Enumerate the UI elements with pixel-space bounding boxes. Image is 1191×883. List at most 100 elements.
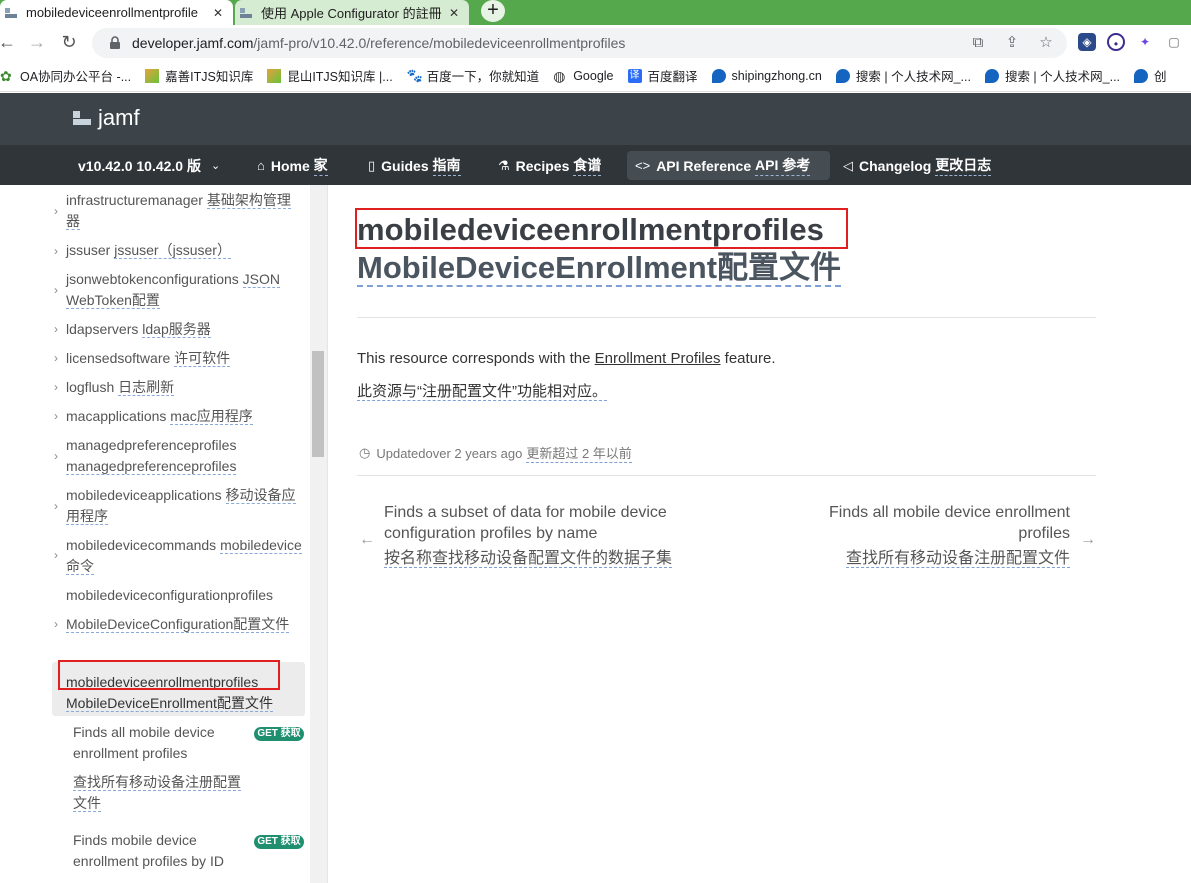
chevron-right-icon[interactable]: › <box>54 548 58 562</box>
scrollbar-track[interactable] <box>310 185 327 883</box>
bookmark-item[interactable]: 创 <box>1134 66 1167 85</box>
bookmark-item[interactable]: 搜索 | 个人技术网_... <box>835 66 971 85</box>
chevron-right-icon[interactable]: › <box>54 449 58 463</box>
scrollbar-thumb[interactable] <box>312 351 324 457</box>
chevron-right-icon[interactable]: › <box>54 380 58 394</box>
sidebar-item-mobiledeviceconfigurationprofiles[interactable]: mobiledeviceconfigurationprofiles <box>66 585 302 606</box>
clock-icon: ◷ <box>359 445 371 460</box>
chevron-right-icon[interactable]: › <box>54 409 58 423</box>
drupal-icon <box>984 68 999 83</box>
chevron-down-icon: ⌄ <box>211 160 221 172</box>
chevron-right-icon[interactable]: › <box>54 283 58 297</box>
tab-active[interactable]: mobiledeviceenrollmentprofile ✕ <box>0 0 233 25</box>
megaphone-icon: ◁ <box>843 157 853 173</box>
home-icon: ⌂ <box>257 158 265 173</box>
bookmark-item[interactable]: 译百度翻译 <box>627 66 698 85</box>
sidebar-subitem-find-all[interactable]: Finds all mobile device enrollment profi… <box>73 722 243 764</box>
nav-api-reference[interactable]: <> API Reference API 参考 <box>627 151 830 180</box>
sidebar-item-managedpreferenceprofiles[interactable]: managedpreferenceprofiles managedprefere… <box>66 435 302 477</box>
nav-guides[interactable]: ▯ Guides 指南 <box>360 151 469 180</box>
translate-icon[interactable]: ⧉ <box>969 34 987 52</box>
sidebar-item-jsonwebtokenconfigurations[interactable]: jsonwebtokenconfigurations JSON WebToken… <box>66 269 302 311</box>
tab-inactive[interactable]: 使用 Apple Configurator 的註冊 ✕ <box>235 0 469 25</box>
get-method-badge: GET 获取 <box>254 835 304 849</box>
chevron-right-icon[interactable]: › <box>54 617 58 631</box>
flask-icon: ⚗ <box>498 157 510 173</box>
drupal-icon <box>1134 68 1149 83</box>
lock-icon <box>110 36 120 49</box>
bookmarks-bar: ✿ OA协同办公平台 -... 嘉善ITJS知识库 昆山ITJS知识库 |... … <box>0 60 1191 92</box>
chevron-right-icon[interactable]: › <box>54 244 58 258</box>
drupal-icon <box>835 68 850 83</box>
jamf-favicon-icon <box>240 7 252 18</box>
sparkle-icon[interactable]: ✦ <box>1136 33 1154 51</box>
get-method-badge: GET 获取 <box>254 727 304 741</box>
bookmark-item[interactable]: shipingzhong.cn <box>711 68 822 83</box>
browser-toolbar: ← → ↻ developer.jamf.com/jamf-pro/v10.42… <box>0 25 1191 60</box>
bookmark-item[interactable]: 昆山ITJS知识库 |... <box>267 66 393 85</box>
sidebar-item-mobiledeviceconfiguration[interactable]: MobileDeviceConfiguration配置文件 <box>66 614 302 635</box>
extension-icon[interactable]: ◈ <box>1078 33 1096 51</box>
url-host: developer.jamf.com <box>132 35 254 51</box>
back-icon[interactable]: ← <box>0 32 18 54</box>
bookmark-item[interactable]: 🐾 百度一下，你就知道 <box>407 66 540 85</box>
sidebar-subitem-find-by-id[interactable]: Finds mobile device enrollment profiles … <box>73 830 243 872</box>
sidebar: › infrastructuremanager 基础架构管理器 › jssuse… <box>0 185 328 883</box>
divider <box>357 317 1096 318</box>
sidebar-item-mobiledeviceapplications[interactable]: mobiledeviceapplications 移动设备应用程序 <box>66 485 302 527</box>
extension-icon[interactable]: ▢ <box>1165 33 1183 51</box>
chevron-right-icon[interactable]: › <box>54 204 58 218</box>
chevron-right-icon[interactable]: › <box>54 499 58 513</box>
jamf-favicon-icon <box>5 7 17 18</box>
sidebar-item-mobiledevicecommands[interactable]: mobiledevicecommands mobiledevice命令 <box>66 535 302 577</box>
sidebar-item-licensedsoftware[interactable]: licensedsoftware 许可软件 <box>66 348 302 369</box>
close-tab-icon[interactable]: ✕ <box>209 6 227 20</box>
sidebar-item-logflush[interactable]: logflush 日志刷新 <box>66 377 302 398</box>
gear-icon: ✿ <box>0 67 12 84</box>
chevron-right-icon[interactable]: › <box>54 351 58 365</box>
jamf-logo[interactable]: jamf <box>72 105 140 131</box>
baidu-paw-icon: 🐾 <box>406 67 423 83</box>
book-icon: ▯ <box>368 157 376 173</box>
bookmark-item[interactable]: 搜索 | 个人技术网_... <box>984 66 1120 85</box>
site-nav: v10.42.0 10.42.0 版 ⌄ ⌂ Home 家 ▯ Guides 指… <box>0 145 1191 185</box>
new-tab-button[interactable]: + <box>481 0 505 22</box>
prev-page-link[interactable]: Finds a subset of data for mobile device… <box>384 502 684 569</box>
address-bar[interactable]: developer.jamf.com/jamf-pro/v10.42.0/ref… <box>92 28 1067 58</box>
nav-changelog[interactable]: ◁ Changelog 更改日志 <box>835 151 999 180</box>
updated-info: ◷ Updatedover 2 years ago 更新超过 2 年以前 <box>359 445 632 463</box>
chevron-right-icon[interactable]: › <box>54 322 58 336</box>
tab-title: mobiledeviceenrollmentprofile <box>26 5 198 20</box>
arrow-left-icon[interactable]: ← <box>359 531 375 549</box>
sidebar-item-ldapservers[interactable]: ldapservers ldap服务器 <box>66 319 302 340</box>
sidebar-subitem-find-all-zh[interactable]: 查找所有移动设备注册配置文件 <box>73 772 243 814</box>
forward-icon[interactable]: → <box>26 32 48 54</box>
highlight-box <box>58 660 280 690</box>
sidebar-item-infrastructuremanager[interactable]: infrastructuremanager 基础架构管理器 <box>66 190 302 232</box>
bookmark-item[interactable]: 嘉善ITJS知识库 <box>145 66 253 85</box>
sidebar-item-jssuser[interactable]: jssuser jssuser（jssuser） <box>66 240 302 261</box>
drupal-icon <box>711 68 726 83</box>
sidebar-item-macapplications[interactable]: macapplications mac应用程序 <box>66 406 302 427</box>
version-selector[interactable]: v10.42.0 10.42.0 版 ⌄ <box>70 151 228 180</box>
star-icon[interactable]: ☆ <box>1037 34 1055 52</box>
enrollment-profiles-link[interactable]: Enrollment Profiles <box>595 350 721 367</box>
extension-icon[interactable]: • <box>1107 33 1125 51</box>
arrow-right-icon[interactable]: → <box>1080 531 1096 549</box>
highlight-box <box>355 208 848 249</box>
nav-home[interactable]: ⌂ Home 家 <box>249 151 336 180</box>
site-icon <box>267 68 282 83</box>
code-icon: <> <box>635 158 651 173</box>
bookmark-item[interactable]: ✿ OA协同办公平台 -... <box>0 66 131 85</box>
bookmark-item[interactable]: ◍ Google <box>553 69 613 83</box>
reload-icon[interactable]: ↻ <box>58 32 80 54</box>
description-zh: 此资源与“注册配置文件”功能相对应。 <box>357 383 607 401</box>
site-icon <box>145 68 160 83</box>
share-icon[interactable]: ⇪ <box>1003 34 1021 52</box>
jamf-logo-icon <box>73 111 91 125</box>
nav-recipes[interactable]: ⚗ Recipes 食谱 <box>490 151 609 180</box>
url-path: /jamf-pro/v10.42.0/reference/mobiledevic… <box>253 35 626 51</box>
close-tab-icon[interactable]: ✕ <box>445 6 463 20</box>
next-page-link[interactable]: Finds all mobile device enrollment profi… <box>788 502 1070 569</box>
tab-title: 使用 Apple Configurator 的註冊 <box>261 6 442 21</box>
